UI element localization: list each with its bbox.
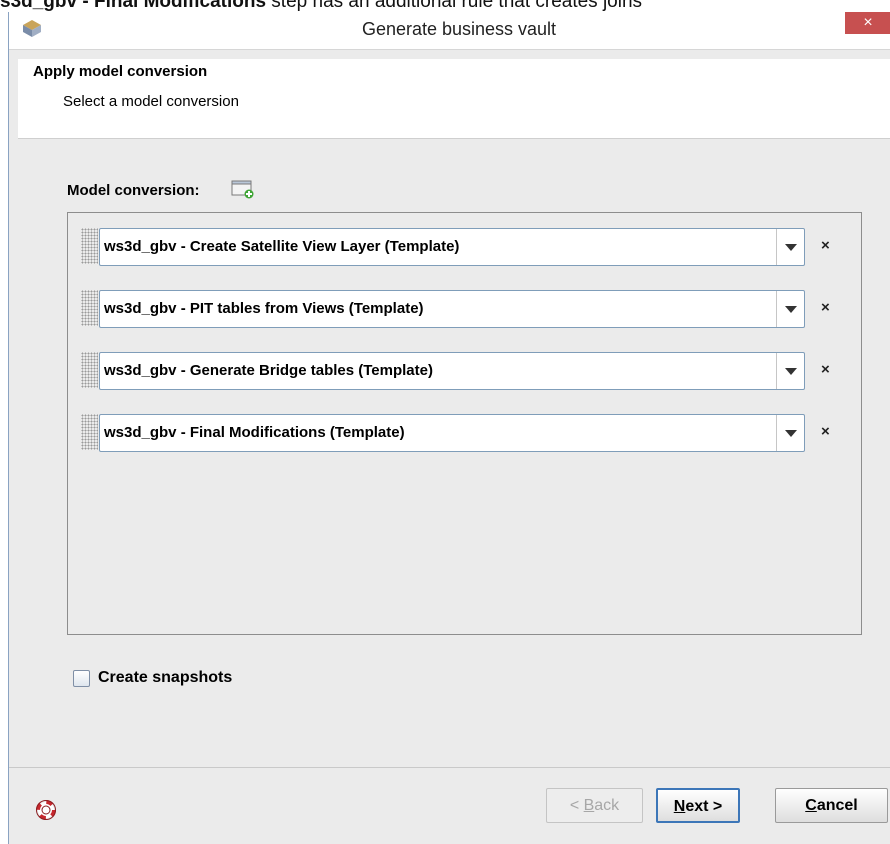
- conversion-select[interactable]: ws3d_gbv - Create Satellite View Layer (…: [99, 228, 805, 266]
- step-title: Apply model conversion: [33, 63, 208, 80]
- conversion-row: ws3d_gbv - Create Satellite View Layer (…: [81, 226, 841, 266]
- conversion-select[interactable]: ws3d_gbv - Generate Bridge tables (Templ…: [99, 352, 805, 390]
- remove-icon[interactable]: ×: [821, 361, 830, 378]
- wizard-window: Generate business vault × Apply model co…: [8, 12, 890, 844]
- title-bar: Generate business vault ×: [9, 12, 890, 50]
- back-rest: ack: [594, 797, 620, 814]
- remove-icon[interactable]: ×: [821, 237, 830, 254]
- chevron-down-icon[interactable]: [776, 229, 805, 265]
- cancel-rest: ancel: [816, 797, 858, 814]
- conversion-row: ws3d_gbv - Generate Bridge tables (Templ…: [81, 350, 841, 390]
- model-conversion-label: Model conversion:: [67, 182, 200, 199]
- next-button[interactable]: Next >: [656, 788, 740, 823]
- footer-divider: [9, 767, 890, 768]
- lifebuoy-help-icon[interactable]: [36, 800, 56, 820]
- conversion-select-value: ws3d_gbv - PIT tables from Views (Templa…: [104, 300, 424, 317]
- cancel-button[interactable]: Cancel: [775, 788, 888, 823]
- step-header: Apply model conversion Select a model co…: [18, 59, 890, 139]
- next-mnemonic: N: [673, 798, 686, 815]
- step-subtitle: Select a model conversion: [63, 93, 239, 110]
- document-text-behind: s3d_gbv - Final Modifications step has a…: [0, 0, 890, 11]
- chevron-down-icon[interactable]: [776, 353, 805, 389]
- remove-icon[interactable]: ×: [821, 299, 830, 316]
- conversion-select[interactable]: ws3d_gbv - PIT tables from Views (Templa…: [99, 290, 805, 328]
- window-title: Generate business vault: [361, 19, 557, 39]
- add-conversion-icon[interactable]: [231, 179, 255, 199]
- drag-handle[interactable]: [81, 228, 98, 264]
- drag-handle[interactable]: [81, 352, 98, 388]
- create-snapshots-label[interactable]: Create snapshots: [98, 669, 232, 687]
- close-button[interactable]: ×: [845, 12, 890, 34]
- back-mnemonic: B: [583, 797, 595, 814]
- chevron-down-icon[interactable]: [776, 415, 805, 451]
- document-text-bold: s3d_gbv - Final Modifications: [0, 0, 267, 11]
- create-snapshots-checkbox[interactable]: [73, 670, 90, 687]
- conversion-select-value: ws3d_gbv - Final Modifications (Template…: [104, 424, 405, 441]
- conversion-row: ws3d_gbv - Final Modifications (Template…: [81, 412, 841, 452]
- remove-icon[interactable]: ×: [821, 423, 830, 440]
- conversion-row: ws3d_gbv - PIT tables from Views (Templa…: [81, 288, 841, 328]
- drag-handle[interactable]: [81, 290, 98, 326]
- model-conversion-list: ws3d_gbv - Create Satellite View Layer (…: [67, 212, 862, 635]
- conversion-select-value: ws3d_gbv - Generate Bridge tables (Templ…: [104, 362, 433, 379]
- back-button[interactable]: < Back: [546, 788, 643, 823]
- conversion-select[interactable]: ws3d_gbv - Final Modifications (Template…: [99, 414, 805, 452]
- drag-handle[interactable]: [81, 414, 98, 450]
- conversion-select-value: ws3d_gbv - Create Satellite View Layer (…: [104, 238, 460, 255]
- document-text-rest: step has an additional rule that creates…: [266, 0, 643, 11]
- next-rest: ext >: [685, 798, 723, 815]
- cancel-mnemonic: C: [805, 797, 817, 814]
- back-prefix: <: [569, 797, 584, 814]
- chevron-down-icon[interactable]: [776, 291, 805, 327]
